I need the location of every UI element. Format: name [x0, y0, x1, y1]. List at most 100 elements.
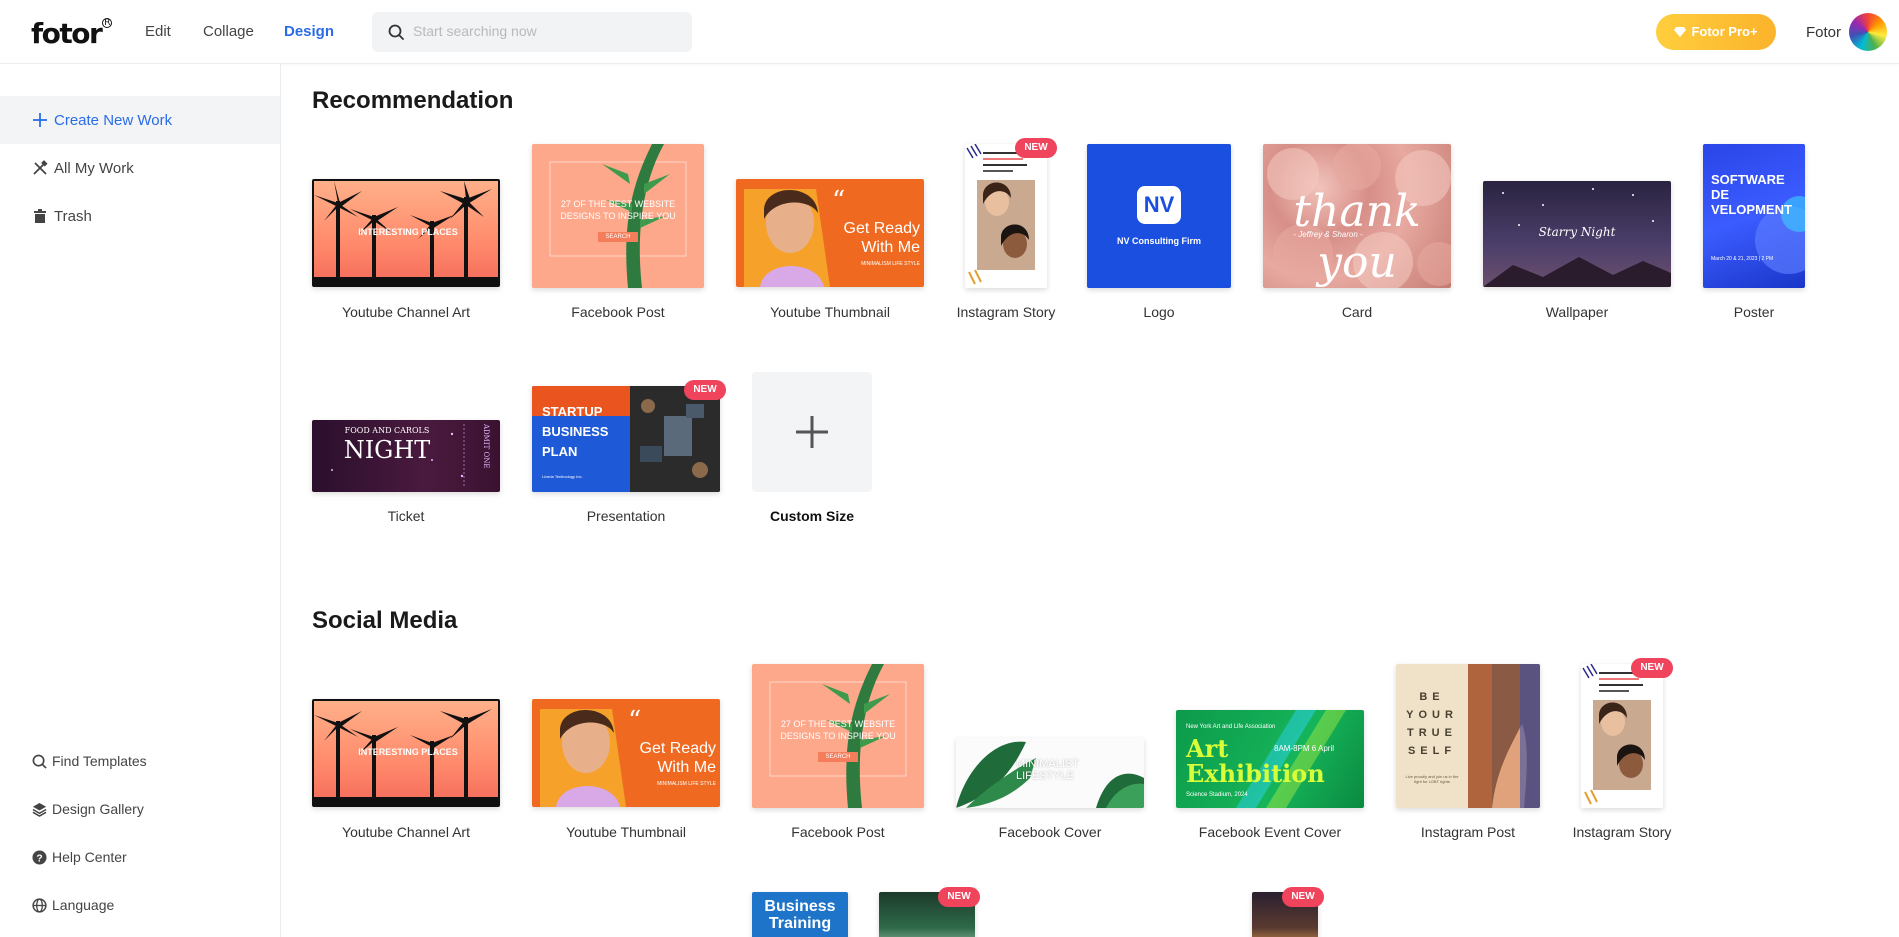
thumb-text: STARTUP BUSINESS PLAN	[542, 404, 609, 459]
fotor-pro-button[interactable]: Fotor Pro+	[1656, 14, 1776, 50]
sidebar-link-label: Design Gallery	[52, 801, 144, 817]
fotor-logo[interactable]: fotor R	[31, 17, 113, 50]
template-thumbnail	[1581, 664, 1663, 808]
thumb-text: Art Exhibition	[1186, 734, 1325, 788]
template-label: Youtube Thumbnail	[770, 304, 890, 320]
sidebar-item-label: Create New Work	[54, 111, 173, 129]
template-thumbnail: NV NV Consulting Firm	[1087, 144, 1231, 288]
search-icon	[388, 24, 404, 40]
template-thumbnail: MINIMALIST LIFESTYLE	[956, 738, 1144, 808]
new-badge: NEW	[684, 380, 726, 400]
fotor-pro-label: Fotor Pro+	[1691, 24, 1758, 39]
thumb-side: ADMIT ONE	[482, 424, 490, 469]
sidebar-item-create-new-work[interactable]: Create New Work	[0, 96, 280, 144]
nav-collage[interactable]: Collage	[203, 23, 254, 40]
template-label: Instagram Post	[1420, 824, 1516, 840]
thumb-text: Get Ready With Me	[639, 740, 716, 776]
thumb-text: 27 OF THE BEST WEBSITE DESIGNS TO INSPIR…	[560, 199, 676, 221]
template-thumbnail: INTERESTING PLACES	[312, 699, 500, 807]
template-label: Instagram Story	[956, 304, 1056, 320]
template-thumbnail: INTERESTING PLACES	[312, 179, 500, 287]
template-label: Wallpaper	[1545, 304, 1609, 320]
thumb-sub: NV Consulting Firm	[1117, 236, 1201, 246]
search-bar[interactable]: Start searching now	[372, 12, 692, 52]
template-label: Youtube Channel Art	[342, 304, 470, 320]
thumb-text: 27 OF THE BEST WEBSITE DESIGNS TO INSPIR…	[780, 719, 896, 741]
template-label: Youtube Thumbnail	[566, 824, 686, 840]
top-navigation-bar: fotor R Edit Collage Design Start searchi…	[0, 0, 1899, 64]
thumb-sub: FOOD AND CAROLS	[344, 426, 430, 435]
thumb-sub: New York Art and Life Association	[1186, 724, 1276, 730]
thumb-text: NIGHT	[343, 436, 431, 464]
thumb-sub: MINIMALISM LIFE STYLE	[657, 781, 716, 787]
thumb-sub: - Jeffrey & Sharon -	[1293, 230, 1363, 239]
custom-size-tile	[752, 372, 872, 492]
template-thumbnail: STARTUP BUSINESS PLAN Liceria Technology…	[532, 386, 720, 492]
plus-icon	[33, 113, 47, 127]
thumb-text: MINIMALIST LIFESTYLE	[1016, 758, 1079, 782]
template-thumbnail: thank you - Jeffrey & Sharon -	[1263, 144, 1451, 288]
sidebar-item-trash[interactable]: Trash	[0, 192, 280, 240]
sidebar-link-design-gallery[interactable]: Design Gallery	[32, 801, 144, 817]
avatar[interactable]	[1849, 13, 1887, 51]
template-thumbnail: Business Training	[752, 892, 848, 937]
template-thumbnail: SOFTWARE DE VELOPMENT March 20 & 21, 202…	[1703, 144, 1805, 288]
template-thumbnail: “ Get Ready With Me MINIMALISM LIFE STYL…	[736, 179, 924, 287]
template-label: Facebook Cover	[998, 824, 1102, 840]
new-badge: NEW	[1282, 887, 1324, 907]
thumb-text: INTERESTING PLACES	[358, 227, 458, 237]
template-thumbnail: 27 OF THE BEST WEBSITE DESIGNS TO INSPIR…	[752, 664, 924, 808]
template-label: Card	[1341, 304, 1373, 320]
template-label: Facebook Event Cover	[1198, 824, 1342, 840]
sidebar: Create New Work All My Work Trash Find T…	[0, 64, 281, 937]
template-thumbnail: New York Art and Life Association 8AM-8P…	[1176, 710, 1364, 808]
sidebar-link-find-templates[interactable]: Find Templates	[32, 753, 147, 769]
template-thumbnail	[965, 144, 1047, 288]
thumb-sub: Live proudly and join us in the fight fo…	[1405, 774, 1459, 784]
template-label: Instagram Story	[1572, 824, 1672, 840]
sidebar-link-language[interactable]: Language	[32, 897, 114, 913]
template-label: Youtube Channel Art	[342, 824, 470, 840]
template-thumbnail: Starry Night	[1483, 181, 1671, 287]
sidebar-item-label: All My Work	[54, 159, 134, 177]
sidebar-link-label: Help Center	[52, 849, 127, 865]
thumb-text: Get Ready With Me	[843, 220, 920, 256]
diamond-icon	[1674, 27, 1687, 37]
sidebar-item-all-my-work[interactable]: All My Work	[0, 144, 280, 192]
globe-icon	[32, 897, 47, 913]
svg-text:?: ?	[36, 853, 42, 864]
thumb-sub: MINIMALISM LIFE STYLE	[861, 261, 920, 267]
plus-icon	[796, 416, 828, 448]
new-badge: NEW	[1631, 658, 1673, 678]
help-icon: ?	[32, 849, 47, 865]
main-content: Recommendation INTERESTING PLACES Youtub…	[282, 65, 1899, 937]
sidebar-link-label: Find Templates	[52, 753, 147, 769]
section-title-recommendation: Recommendation	[312, 87, 514, 114]
template-label: Custom Size	[769, 508, 854, 524]
template-label: Poster	[1733, 304, 1775, 320]
nav-design[interactable]: Design	[284, 23, 334, 40]
svg-text:“: “	[628, 706, 641, 736]
template-label: Facebook Post	[571, 304, 665, 320]
template-thumbnail: 27 OF THE BEST WEBSITE DESIGNS TO INSPIR…	[532, 144, 704, 288]
search-icon	[32, 754, 47, 769]
template-label: Logo	[1143, 304, 1175, 320]
new-badge: NEW	[938, 887, 980, 907]
thumb-text: BE YOUR TRUE SELF	[1406, 691, 1458, 757]
sidebar-link-help-center[interactable]: ? Help Center	[32, 849, 127, 865]
layers-icon	[32, 802, 47, 817]
template-label: Presentation	[586, 508, 666, 524]
thumb-sub: March 20 & 21, 2023 | 2 PM	[1711, 256, 1774, 262]
thumb-sub: SEARCH	[818, 752, 858, 762]
thumb-logo-mark: NV	[1137, 186, 1181, 224]
thumb-sub: SEARCH	[598, 232, 638, 242]
tools-icon	[33, 160, 48, 175]
thumb-text: SOFTWARE DE VELOPMENT	[1711, 172, 1792, 217]
nav-edit[interactable]: Edit	[145, 23, 171, 40]
user-name[interactable]: Fotor	[1806, 24, 1841, 41]
sidebar-item-label: Trash	[54, 207, 92, 225]
search-input[interactable]: Start searching now	[413, 23, 537, 39]
template-thumbnail: FOOD AND CAROLS NIGHT ADMIT ONE	[312, 420, 500, 492]
template-thumbnail: BE YOUR TRUE SELF Live proudly and join …	[1396, 664, 1540, 808]
thumb-text: INTERESTING PLACES	[358, 747, 458, 757]
